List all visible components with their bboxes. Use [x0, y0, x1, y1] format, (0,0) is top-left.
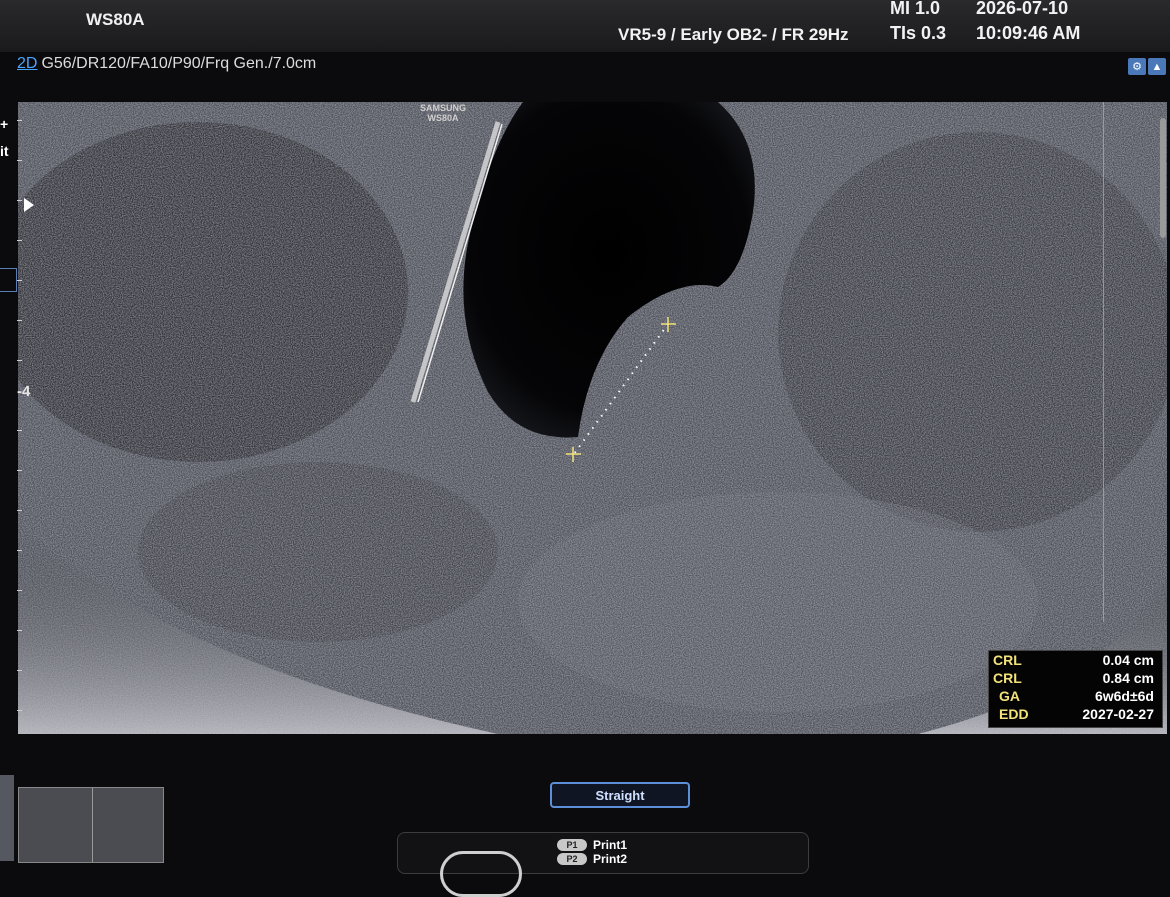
right-guide-line: [1103, 102, 1104, 622]
depth-scale: [0, 100, 22, 740]
preset-info: VR5-9 / Early OB2- / FR 29Hz: [618, 25, 849, 44]
imaging-parameters: 2D G56/DR120/FA10/P90/Frq Gen./7.0cm: [17, 55, 316, 73]
measurement-row: CRL 0.84 cm: [993, 670, 1154, 686]
exam-date: 2026-07-10: [976, 0, 1069, 18]
top-status-bar: WS80A VR5-9 / Early OB2- / FR 29Hz MI 1.…: [0, 0, 1170, 52]
thumbnail-image[interactable]: [18, 787, 164, 863]
parameter-string: G56/DR120/FA10/P90/Frq Gen./7.0cm: [41, 55, 317, 72]
exam-time: 10:09:46 AM: [976, 23, 1081, 43]
measurement-row: GA 6w6d±6d: [999, 688, 1154, 704]
straight-button[interactable]: Straight: [550, 782, 690, 808]
brand-watermark: SAMSUNG WS80A: [420, 103, 467, 123]
mode-2d-label[interactable]: 2D: [17, 55, 37, 72]
device-model: WS80A: [86, 10, 145, 29]
corner-icons: ⚙ ▲: [1128, 58, 1166, 75]
ultrasound-scan: [18, 102, 1167, 734]
thermal-index: TIs 0.3: [890, 23, 947, 43]
ultrasound-image[interactable]: [18, 102, 1167, 734]
control-knob-icon[interactable]: [440, 851, 522, 897]
focus-arrow-icon[interactable]: [24, 198, 34, 212]
measurement-panel: CRL 0.04 cm CRL 0.84 cm GA 6w6d±6d EDD 2027-…: [988, 650, 1163, 728]
print1-button[interactable]: P1 Print1: [557, 838, 627, 852]
scrollbar[interactable]: [1160, 118, 1166, 238]
measurement-row: EDD 2027-02-27: [999, 706, 1154, 722]
print2-button[interactable]: P2 Print2: [557, 852, 627, 866]
measurement-row: CRL 0.04 cm: [993, 652, 1154, 668]
depth-label: -4: [17, 383, 31, 400]
settings-icon[interactable]: ⚙: [1128, 58, 1146, 75]
thumbnail-previous[interactable]: [0, 775, 14, 861]
view-icon[interactable]: ▲: [1148, 58, 1166, 75]
mechanical-index: MI 1.0: [890, 0, 941, 18]
